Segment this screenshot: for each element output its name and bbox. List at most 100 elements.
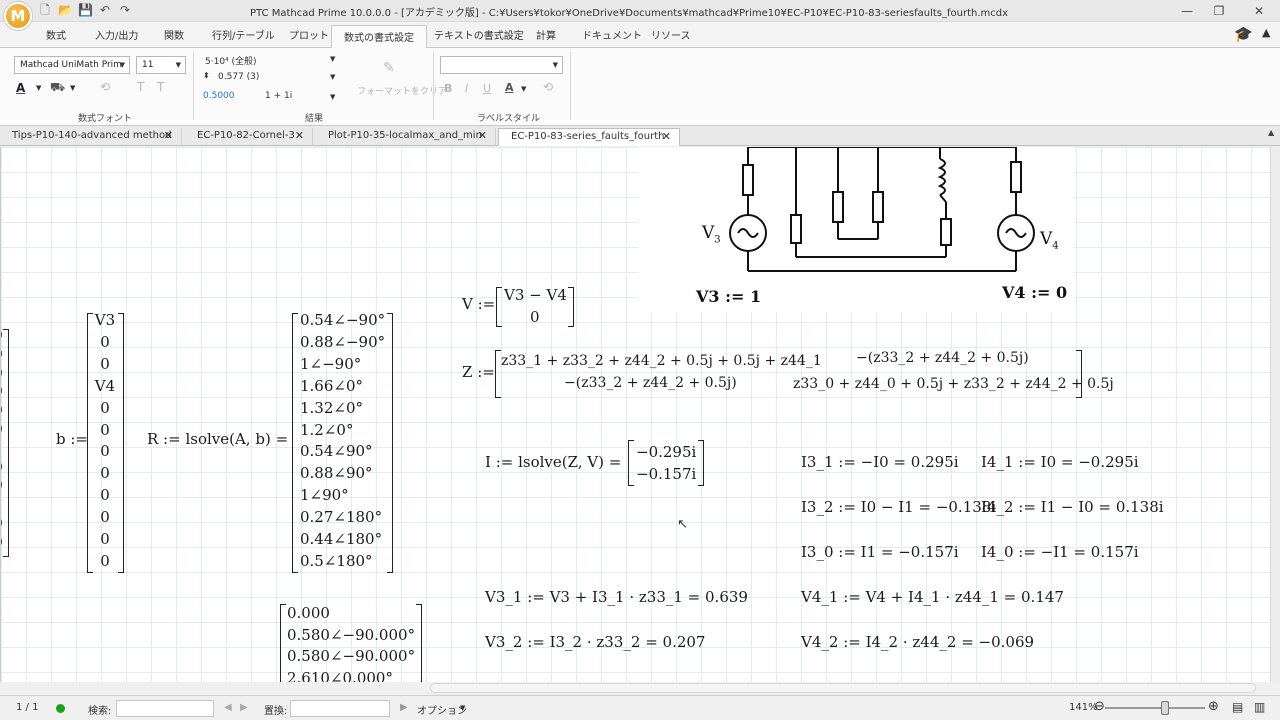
chevron-down-icon[interactable]: ▼ <box>460 704 465 712</box>
restore-button[interactable]: ❐ <box>1204 2 1234 20</box>
doc-tab-series-faults[interactable]: EC-P10-83-series_faults_fourth ✕ <box>498 128 680 146</box>
collapse-ribbon-icon[interactable]: ▲ <box>1262 26 1270 39</box>
i-lsolve-expression[interactable]: I := lsolve(Z, V) = <box>485 453 621 471</box>
zoom-in-icon[interactable]: ⊕ <box>1208 699 1219 714</box>
stepper-icon[interactable]: ⬍ <box>203 71 210 80</box>
b-vector-element: 0 <box>100 486 110 505</box>
v3-2-equation[interactable]: V3_2 := I3_2 · z33_2 = 0.207 <box>485 633 705 651</box>
status-bar: 1 / 1 検索: ◀ ▶ 置換: ▶ オプション ▼ 141% ⊖ ⊕ ▤ ▥ <box>0 695 1280 720</box>
close-icon[interactable]: ✕ <box>164 128 173 144</box>
math-font-select[interactable]: Mathcad UniMath Prim ▼ <box>14 56 130 74</box>
previous-arrow-icon[interactable]: ◀ <box>224 702 232 713</box>
matrix-bracket-right <box>3 329 9 557</box>
open-folder-icon[interactable]: 📂 <box>58 3 73 17</box>
label-font-color-button[interactable]: A <box>505 81 514 94</box>
text-style-icon[interactable]: T <box>137 80 144 94</box>
tab-list-chevron-icon[interactable]: ▲ <box>1268 128 1274 137</box>
highlight-fill-icon[interactable]: ⛟ <box>50 80 65 96</box>
minimize-button[interactable]: — <box>1172 2 1202 20</box>
save-icon[interactable]: 💾 <box>78 3 93 17</box>
font-color-button[interactable]: A <box>16 81 25 95</box>
search-input[interactable] <box>116 700 214 717</box>
graduation-cap-icon[interactable]: 🎓 <box>1234 25 1253 43</box>
chevron-down-icon[interactable]: ▼ <box>330 93 335 101</box>
left-edge-element: 0 <box>1 422 3 436</box>
chevron-down-icon[interactable]: ▼ <box>70 84 75 92</box>
chevron-down-icon[interactable]: ▼ <box>330 73 335 81</box>
v3-1-equation[interactable]: V3_1 := V3 + I3_1 · z33_1 = 0.639 <box>485 588 748 606</box>
text-style-alt-icon[interactable]: T <box>157 80 164 94</box>
zoom-slider[interactable] <box>1105 707 1205 709</box>
new-document-icon[interactable]: 🗋 <box>38 3 52 17</box>
v3-definition[interactable]: V3 := 1 <box>696 287 761 306</box>
next-arrow-icon[interactable]: ▶ <box>240 702 248 713</box>
ribbon-tab-resources[interactable]: リソース <box>651 27 691 42</box>
label-style-select[interactable]: ▼ <box>440 56 563 74</box>
doc-tab-plot[interactable]: Plot-P10-35-localmax_and_min ✕ <box>316 128 496 146</box>
i3-0-equation[interactable]: I3_0 := I1 = −0.157i <box>801 543 959 561</box>
b-label[interactable]: b := <box>56 430 88 448</box>
horizontal-scrollbar[interactable] <box>430 683 1256 693</box>
ribbon-tab-plots[interactable]: プロット <box>289 27 329 42</box>
v4-2-equation[interactable]: V4_2 := I4_2 · z44_2 = −0.069 <box>801 633 1034 651</box>
ribbon-tab-input-output[interactable]: 入力/出力 <box>95 27 138 42</box>
r-lsolve-expression[interactable]: R := lsolve(A, b) = <box>147 430 288 448</box>
mathcad-logo[interactable]: M <box>4 2 32 30</box>
search-label: 検索: <box>88 706 112 717</box>
zoom-out-icon[interactable]: ⊖ <box>1094 699 1105 714</box>
close-icon[interactable]: ✕ <box>478 128 487 144</box>
undo-icon[interactable]: ↶ <box>98 3 112 17</box>
doc-tab-cornel[interactable]: EC-P10-82-Cornel-3 ✕ <box>185 128 313 146</box>
result-format-precision[interactable]: 0.577 (3) <box>218 72 259 82</box>
underline-button[interactable]: U <box>483 82 491 95</box>
italic-button[interactable]: I <box>465 82 468 95</box>
close-icon[interactable]: ✕ <box>295 128 304 144</box>
math-font-size-select[interactable]: 11 ▼ <box>136 56 186 74</box>
r-result-element: 1.32∠0° <box>300 398 364 417</box>
zoom-slider-thumb[interactable] <box>1161 701 1169 715</box>
eraser-icon[interactable]: ✎ <box>383 60 395 76</box>
matrix-bracket-right <box>568 287 574 327</box>
ribbon-tab-matrices-tables[interactable]: 行列/テーブル <box>212 27 275 42</box>
ribbon-tab-document[interactable]: ドキュメント <box>582 27 642 42</box>
i3-1-equation[interactable]: I3_1 := −I0 = 0.295i <box>801 453 959 471</box>
i4-1-equation[interactable]: I4_1 := I0 = −0.295i <box>981 453 1139 471</box>
vertical-scrollbar[interactable] <box>1270 147 1280 682</box>
v4-definition[interactable]: V4 := 0 <box>1002 283 1067 302</box>
close-icon[interactable]: ✕ <box>662 129 671 145</box>
result-format-general[interactable]: 5·10⁴ (全般) <box>205 54 257 67</box>
format-painter-icon[interactable]: ⟲ <box>100 80 110 94</box>
chevron-down-icon[interactable]: ▼ <box>521 85 526 93</box>
close-window-button[interactable]: ✕ <box>1244 2 1274 20</box>
ribbon-tab-functions[interactable]: 関数 <box>164 27 184 42</box>
worksheet-canvas[interactable]: V3 V4 V3 := 1 V4 := 0 b := V3 0 0 V4 0 0 0 0 0 0 0… <box>0 147 1270 682</box>
bold-button[interactable]: B <box>444 82 452 95</box>
v-label[interactable]: V := <box>462 295 495 313</box>
chevron-down-icon[interactable]: ▼ <box>330 55 335 63</box>
i4-0-equation[interactable]: I4_0 := −I1 = 0.157i <box>981 543 1139 561</box>
complex-format-value[interactable]: 1 + 1i <box>265 91 292 101</box>
ribbon-tab-calculation[interactable]: 計算 <box>536 27 556 42</box>
inductor <box>937 158 946 196</box>
b-vector-element: 0 <box>100 508 110 527</box>
chevron-down-icon[interactable]: ▼ <box>36 84 41 92</box>
b-vector-element: 0 <box>100 420 110 439</box>
format-painter-icon[interactable]: ⟲ <box>543 80 553 94</box>
draft-view-icon[interactable]: ▥ <box>1254 700 1265 714</box>
ribbon-tab-math[interactable]: 数式 <box>46 27 66 42</box>
replace-arrow-icon[interactable]: ▶ <box>400 702 408 713</box>
replace-label: 置換: <box>264 706 288 717</box>
v4-1-equation[interactable]: V4_1 := V4 + I4_1 · z44_1 = 0.147 <box>801 588 1064 606</box>
doc-tab-label: Tips-P10-140-advanced method <box>12 130 172 141</box>
i4-2-equation[interactable]: I4_2 := I1 − I0 = 0.138i <box>981 498 1164 516</box>
ribbon-tab-text-formatting[interactable]: テキストの書式設定 <box>434 27 524 42</box>
i3-2-equation[interactable]: I3_2 := I0 − I1 = −0.138i <box>801 498 996 516</box>
v4-label-sub: 4 <box>1052 240 1059 252</box>
z-label[interactable]: Z := <box>462 363 495 381</box>
page-view-icon[interactable]: ▤ <box>1232 700 1243 714</box>
result-format-trailing-zeros[interactable]: 0.5000 <box>203 91 235 101</box>
b-vector-element: 0 <box>100 398 110 417</box>
doc-tab-tips[interactable]: Tips-P10-140-advanced method ✕ <box>0 128 182 146</box>
redo-icon[interactable]: ↷ <box>118 3 132 17</box>
replace-input[interactable] <box>290 700 390 717</box>
